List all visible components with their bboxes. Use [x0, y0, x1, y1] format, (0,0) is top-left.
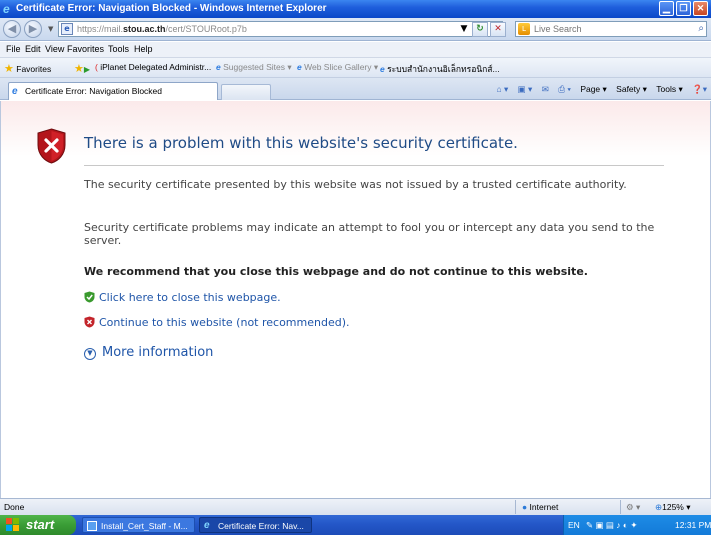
status-text: Done — [4, 502, 25, 512]
page-icon: e — [61, 23, 73, 35]
recent-pages-dropdown-icon[interactable]: ▼ — [48, 25, 53, 33]
ie-tab-icon: e — [12, 86, 18, 97]
status-bar: Done ● Internet ⚙ ▾ ⊕125% ▾ — [0, 498, 711, 515]
menu-view[interactable]: View — [45, 44, 64, 54]
new-tab-button[interactable] — [221, 84, 271, 100]
menu-tools[interactable]: Tools — [108, 44, 129, 54]
page-title: There is a problem with this website's s… — [84, 134, 518, 152]
menu-file[interactable]: File — [6, 44, 21, 54]
zoom-control[interactable]: ⊕125% ▾ — [655, 502, 691, 513]
print-icon[interactable]: ⎙ ▾ — [558, 84, 571, 94]
forward-button[interactable]: ▶ — [24, 20, 42, 38]
start-label: start — [26, 517, 55, 532]
command-bar: ⌂ ▾ ▣ ▾ ✉ ⎙ ▾ Page ▾ Safety ▾ Tools ▾ ❓▾ — [490, 84, 707, 95]
close-page-row: Click here to close this webpage. — [84, 291, 281, 304]
certificate-untrusted-text: The security certificate presented by th… — [84, 178, 627, 191]
clock: 12:31 PM — [675, 520, 711, 530]
tools-menu[interactable]: Tools ▾ — [656, 84, 682, 94]
stop-icon[interactable]: ✕ — [490, 22, 506, 37]
title-bar: e Certificate Error: Navigation Blocked … — [0, 0, 711, 18]
refresh-icon[interactable]: ↻ — [472, 22, 488, 37]
address-dropdown-icon[interactable]: ▼ — [458, 23, 470, 38]
tab-label: Certificate Error: Navigation Blocked — [25, 86, 163, 96]
tab-certificate-error[interactable]: e Certificate Error: Navigation Blocked — [8, 82, 218, 100]
search-icon[interactable]: ⌕ — [698, 23, 704, 34]
divider — [84, 165, 664, 166]
taskbar-item-certificate-error[interactable]: e Certificate Error: Nav... — [199, 517, 312, 533]
ie-taskbar-icon: e — [204, 520, 210, 531]
menu-bar: File Edit View Favorites Tools Help — [0, 42, 711, 58]
menu-help[interactable]: Help — [134, 44, 153, 54]
window-icon — [87, 521, 97, 531]
more-information-link[interactable]: More information — [102, 345, 213, 360]
start-button[interactable]: start — [0, 515, 76, 535]
protected-mode-icon[interactable]: ⚙ ▾ — [626, 502, 640, 513]
status-separator — [620, 500, 621, 514]
help-icon[interactable]: ❓▾ — [692, 84, 707, 94]
favorite-iplanet[interactable]: ( iPlanet Delegated Administr... — [95, 62, 211, 72]
taskbar-item-install-cert[interactable]: Install_Cert_Staff - M... — [82, 517, 195, 533]
search-input[interactable] — [534, 23, 684, 35]
address-bar: ◀ ▶ ▼ e https://mail.stou.ac.th/cert/STO… — [0, 18, 711, 41]
add-favorite-icon[interactable]: ★▶ — [74, 62, 90, 75]
language-indicator[interactable]: EN — [568, 520, 580, 530]
live-search-icon: L — [518, 23, 530, 35]
security-zone[interactable]: ● Internet — [522, 502, 558, 512]
red-shield-x-icon — [84, 316, 95, 328]
favorite-suggested-sites[interactable]: e Suggested Sites ▾ — [216, 62, 292, 73]
system-tray: EN ✎ ▣ ▤ ♪ ◐ ✦ 12:31 PM — [563, 515, 711, 535]
more-information-row: ▼ More information — [84, 345, 213, 360]
read-mail-icon[interactable]: ✉ — [542, 84, 549, 94]
favorite-web-slice-gallery[interactable]: e Web Slice Gallery ▾ — [297, 62, 378, 73]
home-icon[interactable]: ⌂ ▾ — [497, 84, 509, 94]
search-box[interactable]: L ⌕ — [515, 21, 707, 37]
windows-flag-icon — [6, 518, 19, 531]
close-page-link[interactable]: Click here to close this webpage. — [99, 291, 281, 304]
tab-row: e Certificate Error: Navigation Blocked … — [0, 78, 711, 100]
status-separator — [515, 500, 516, 514]
favorite-thai-site[interactable]: e ระบบสำนักงานอิเล็กทรอนิกส์... — [380, 62, 500, 76]
close-window-button[interactable]: ✕ — [693, 1, 708, 16]
page-content: There is a problem with this website's s… — [0, 101, 711, 498]
expand-chevron-icon[interactable]: ▼ — [84, 348, 96, 360]
ie-logo-icon: e — [3, 2, 10, 16]
continue-row: Continue to this website (not recommende… — [84, 316, 350, 329]
favorites-button[interactable]: ★ Favorites — [4, 62, 51, 75]
security-warning-text: Security certificate problems may indica… — [84, 221, 655, 247]
menu-edit[interactable]: Edit — [25, 44, 41, 54]
globe-icon: ● — [522, 502, 528, 512]
back-button[interactable]: ◀ — [3, 20, 21, 38]
green-shield-check-icon — [84, 291, 95, 303]
minimize-button[interactable]: ▁ — [659, 1, 674, 16]
page-menu[interactable]: Page ▾ — [580, 84, 606, 94]
favorites-bar: ★ Favorites ★▶ ( iPlanet Delegated Admin… — [0, 58, 711, 78]
menu-favorites[interactable]: Favorites — [67, 44, 104, 54]
feeds-icon[interactable]: ▣ ▾ — [518, 84, 533, 94]
taskbar: start Install_Cert_Staff - M... e Certif… — [0, 515, 711, 535]
recommendation-text: We recommend that you close this webpage… — [84, 265, 588, 278]
url-input[interactable]: e https://mail.stou.ac.th/cert/STOURoot.… — [58, 21, 503, 37]
url-text: https://mail.stou.ac.th/cert/STOURoot.p7… — [77, 24, 247, 34]
window-title: Certificate Error: Navigation Blocked - … — [16, 3, 327, 14]
tray-icons[interactable]: ✎ ▣ ▤ ♪ ◐ ✦ — [586, 520, 638, 531]
restore-button[interactable]: ❐ — [676, 1, 691, 16]
continue-link[interactable]: Continue to this website (not recommende… — [99, 316, 350, 329]
star-icon: ★ — [4, 63, 14, 75]
safety-menu[interactable]: Safety ▾ — [616, 84, 647, 94]
error-shield-icon — [37, 128, 66, 164]
